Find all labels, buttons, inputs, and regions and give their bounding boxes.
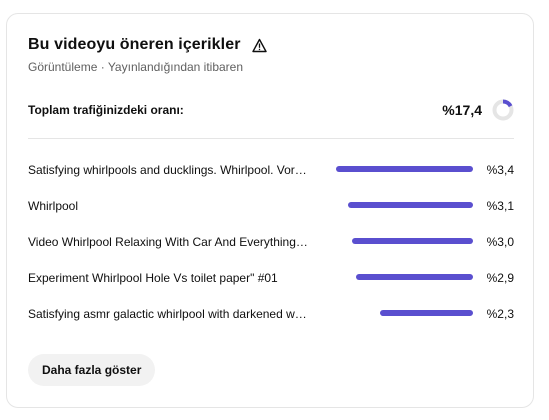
share-bar bbox=[328, 202, 473, 208]
content-title[interactable]: Video Whirlpool Relaxing With Car And Ev… bbox=[28, 235, 310, 249]
list-item[interactable]: Whirlpool %3,1 bbox=[28, 188, 514, 224]
share-bar bbox=[328, 274, 473, 280]
share-value: %2,3 bbox=[486, 307, 514, 321]
content-title[interactable]: Satisfying whirlpools and ducklings. Whi… bbox=[28, 163, 310, 177]
share-bar bbox=[328, 238, 473, 244]
share-value: %3,4 bbox=[486, 163, 514, 177]
share-bar-fill bbox=[380, 310, 473, 316]
warning-icon[interactable] bbox=[251, 38, 267, 53]
share-bar-fill bbox=[348, 202, 473, 208]
share-bar bbox=[328, 166, 473, 172]
total-traffic-label: Toplam trafiğinizdeki oranı: bbox=[28, 103, 184, 117]
total-traffic-value: %17,4 bbox=[442, 102, 482, 118]
card-subtitle: Görüntüleme · Yayınlandığından itibaren bbox=[28, 60, 244, 74]
list-item[interactable]: Satisfying asmr galactic whirlpool with … bbox=[28, 296, 514, 332]
content-list: Satisfying whirlpools and ducklings. Whi… bbox=[28, 152, 514, 332]
divider bbox=[28, 138, 514, 139]
list-item[interactable]: Video Whirlpool Relaxing With Car And Ev… bbox=[28, 224, 514, 260]
share-value: %3,1 bbox=[486, 199, 514, 213]
list-item[interactable]: Satisfying whirlpools and ducklings. Whi… bbox=[28, 152, 514, 188]
traffic-share-donut bbox=[492, 99, 514, 121]
show-more-button[interactable]: Daha fazla göster bbox=[28, 354, 156, 386]
share-bar bbox=[328, 310, 473, 316]
list-item[interactable]: Experiment Whirlpool Hole Vs toilet pape… bbox=[28, 260, 514, 296]
recommending-content-card: Bu videoyu öneren içerikler Görüntüleme … bbox=[6, 13, 534, 408]
content-title[interactable]: Experiment Whirlpool Hole Vs toilet pape… bbox=[28, 271, 310, 285]
share-value: %3,0 bbox=[486, 235, 514, 249]
share-bar-fill bbox=[336, 166, 473, 172]
content-title[interactable]: Satisfying asmr galactic whirlpool with … bbox=[28, 307, 310, 321]
card-header: Bu videoyu öneren içerikler bbox=[28, 36, 267, 54]
card-title: Bu videoyu öneren içerikler bbox=[28, 36, 241, 53]
content-title[interactable]: Whirlpool bbox=[28, 199, 310, 213]
share-bar-fill bbox=[356, 274, 473, 280]
share-bar-fill bbox=[352, 238, 473, 244]
share-value: %2,9 bbox=[486, 271, 514, 285]
total-traffic-row: Toplam trafiğinizdeki oranı: %17,4 bbox=[28, 96, 514, 126]
